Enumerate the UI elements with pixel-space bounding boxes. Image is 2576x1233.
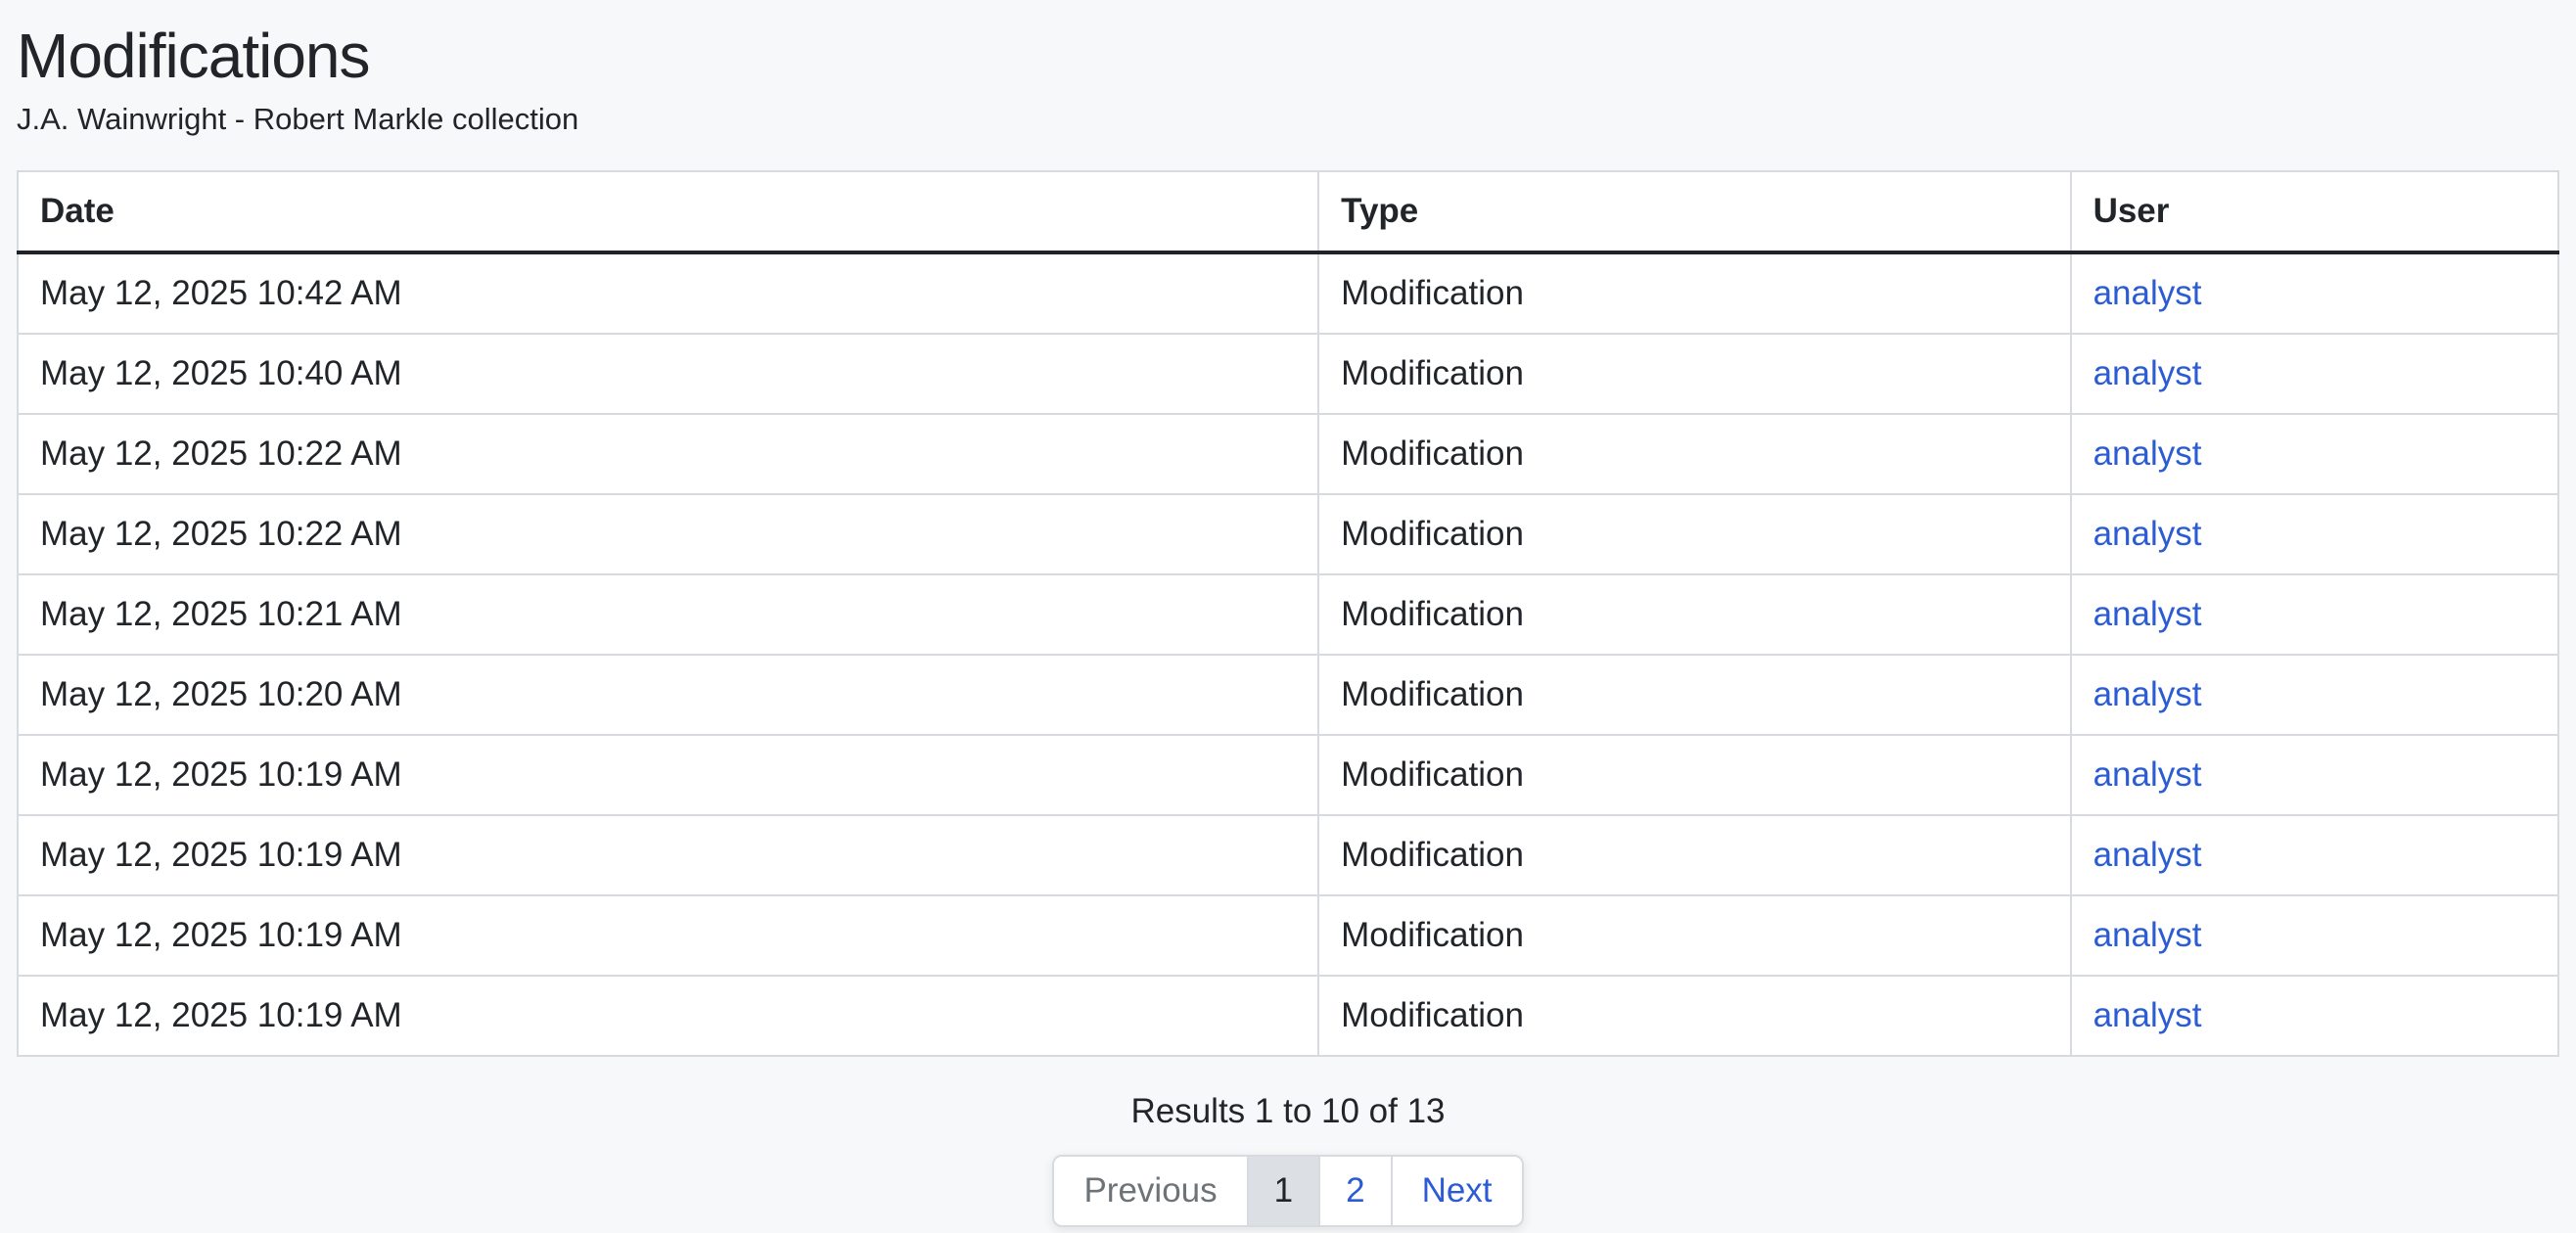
table-row: May 12, 2025 10:19 AM Modification analy… [18,815,2558,895]
date-cell: May 12, 2025 10:19 AM [18,976,1318,1056]
user-link[interactable]: analyst [2093,996,2202,1034]
user-link[interactable]: analyst [2093,595,2202,633]
date-cell: May 12, 2025 10:22 AM [18,494,1318,574]
type-cell: Modification [1318,735,2070,815]
user-cell: analyst [2071,655,2558,735]
table-row: May 12, 2025 10:22 AM Modification analy… [18,414,2558,494]
date-cell: May 12, 2025 10:42 AM [18,252,1318,334]
results-summary: Results 1 to 10 of 13 [17,1092,2559,1131]
table-row: May 12, 2025 10:20 AM Modification analy… [18,655,2558,735]
type-cell: Modification [1318,976,2070,1056]
pagination-page-label: 1 [1274,1171,1293,1210]
table-row: May 12, 2025 10:19 AM Modification analy… [18,735,2558,815]
page-subtitle: J.A. Wainwright - Robert Markle collecti… [17,102,2559,137]
pagination: Previous 1 2 Next [1052,1155,1523,1227]
table-row: May 12, 2025 10:21 AM Modification analy… [18,574,2558,655]
column-header-date: Date [18,171,1318,252]
user-cell: analyst [2071,494,2558,574]
type-cell: Modification [1318,414,2070,494]
user-link[interactable]: analyst [2093,515,2202,553]
date-cell: May 12, 2025 10:19 AM [18,895,1318,976]
user-link[interactable]: analyst [2093,354,2202,392]
type-cell: Modification [1318,895,2070,976]
date-cell: May 12, 2025 10:20 AM [18,655,1318,735]
type-cell: Modification [1318,494,2070,574]
pagination-page-2-button[interactable]: 2 [1318,1155,1392,1227]
user-cell: analyst [2071,976,2558,1056]
table-row: May 12, 2025 10:42 AM Modification analy… [18,252,2558,334]
table-row: May 12, 2025 10:19 AM Modification analy… [18,895,2558,976]
pagination-previous-button[interactable]: Previous [1052,1155,1248,1227]
pagination-page-label: 2 [1346,1171,1364,1210]
user-link[interactable]: analyst [2093,755,2202,794]
user-link[interactable]: analyst [2093,675,2202,713]
date-cell: May 12, 2025 10:40 AM [18,334,1318,414]
modifications-page: Modifications J.A. Wainwright - Robert M… [0,0,2576,1227]
pagination-previous-label: Previous [1083,1171,1217,1210]
date-cell: May 12, 2025 10:21 AM [18,574,1318,655]
user-cell: analyst [2071,414,2558,494]
user-cell: analyst [2071,334,2558,414]
type-cell: Modification [1318,574,2070,655]
table-header-row: Date Type User [18,171,2558,252]
pagination-page-1-button[interactable]: 1 [1247,1155,1320,1227]
table-row: May 12, 2025 10:19 AM Modification analy… [18,976,2558,1056]
column-header-type: Type [1318,171,2070,252]
column-header-user: User [2071,171,2558,252]
user-cell: analyst [2071,895,2558,976]
user-link[interactable]: analyst [2093,836,2202,874]
date-cell: May 12, 2025 10:19 AM [18,735,1318,815]
page-title: Modifications [17,20,2559,92]
user-cell: analyst [2071,252,2558,334]
user-link[interactable]: analyst [2093,274,2202,312]
date-cell: May 12, 2025 10:19 AM [18,815,1318,895]
date-cell: May 12, 2025 10:22 AM [18,414,1318,494]
type-cell: Modification [1318,252,2070,334]
user-cell: analyst [2071,735,2558,815]
user-cell: analyst [2071,574,2558,655]
type-cell: Modification [1318,815,2070,895]
user-link[interactable]: analyst [2093,434,2202,473]
pagination-next-label: Next [1422,1171,1493,1210]
type-cell: Modification [1318,655,2070,735]
type-cell: Modification [1318,334,2070,414]
pagination-wrap: Previous 1 2 Next [17,1155,2559,1227]
user-link[interactable]: analyst [2093,916,2202,954]
user-cell: analyst [2071,815,2558,895]
pagination-next-button[interactable]: Next [1391,1155,1524,1227]
modifications-table: Date Type User May 12, 2025 10:42 AM Mod… [17,170,2559,1057]
table-row: May 12, 2025 10:40 AM Modification analy… [18,334,2558,414]
table-row: May 12, 2025 10:22 AM Modification analy… [18,494,2558,574]
